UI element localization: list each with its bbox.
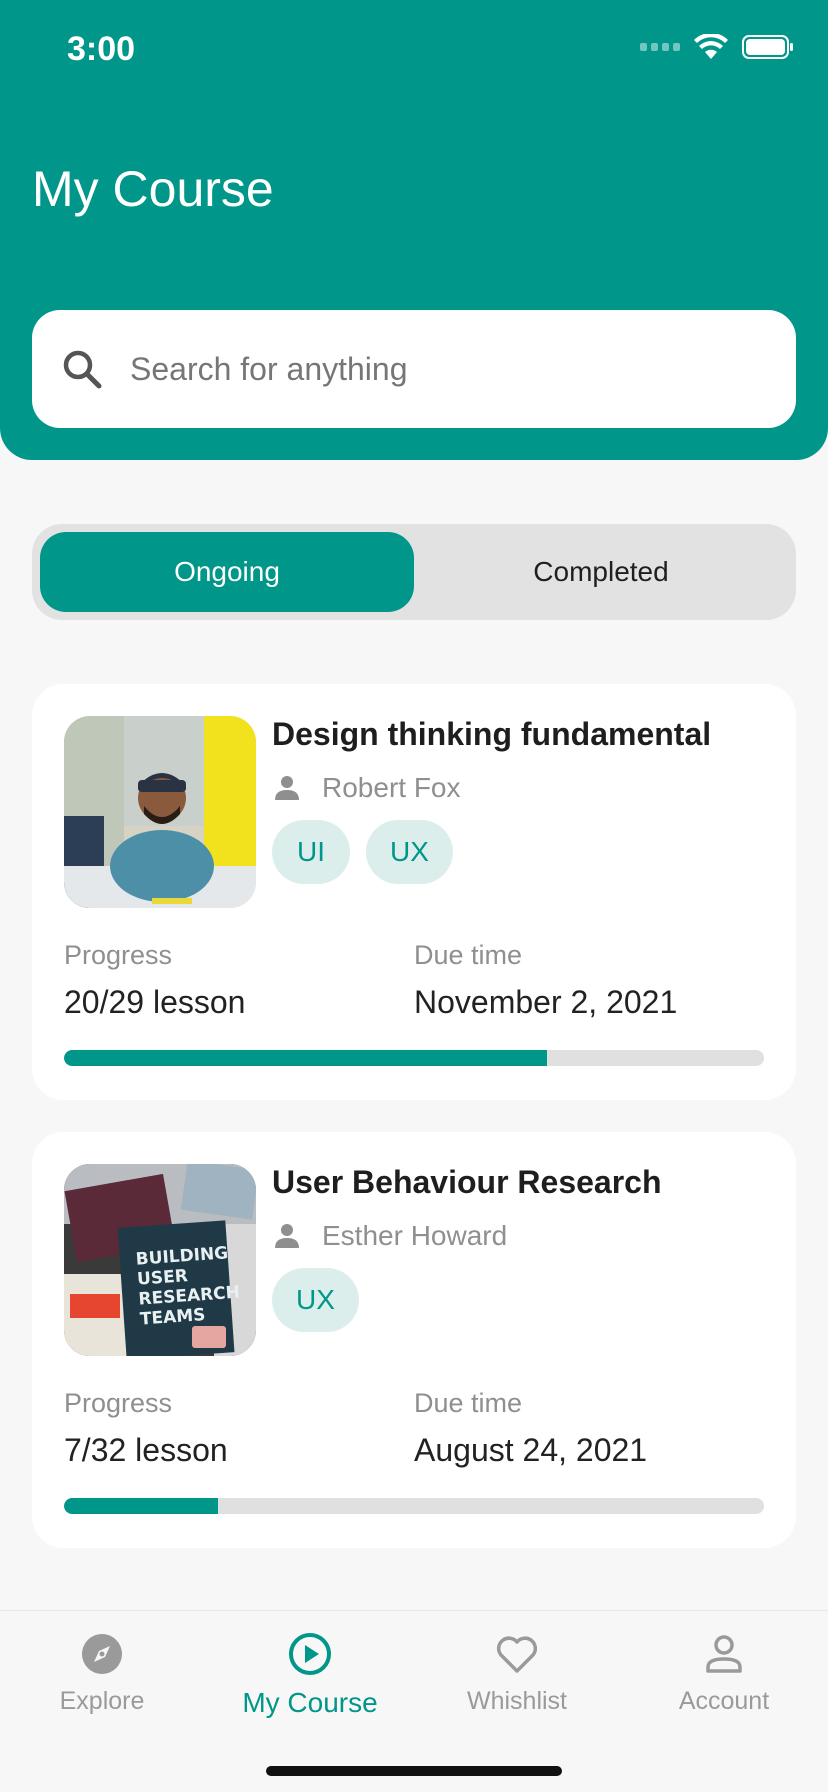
progress-label: Progress <box>64 940 173 970</box>
course-status-tabs: Ongoing Completed <box>32 524 796 620</box>
home-indicator <box>266 1766 562 1776</box>
play-circle-icon <box>289 1633 331 1675</box>
bottom-nav: Explore My Course Whishlist Account <box>0 1610 828 1792</box>
due-value: August 24, 2021 <box>414 1432 648 1468</box>
wifi-icon <box>694 34 728 59</box>
progress-bar <box>64 1050 764 1066</box>
course-thumbnail: BUILDING USER RESEARCH TEAMS <box>64 1164 256 1356</box>
nav-explore[interactable]: Explore <box>22 1631 182 1741</box>
search-icon <box>63 350 102 389</box>
tag-chip[interactable]: UX <box>272 1268 359 1332</box>
battery-icon <box>742 35 793 59</box>
cellular-signal-icon <box>640 43 680 51</box>
nav-label: Account <box>678 1687 770 1715</box>
status-time: 3:00 <box>67 30 136 68</box>
nav-account[interactable]: Account <box>644 1631 804 1741</box>
progress-label: Progress <box>64 1388 173 1418</box>
person-icon <box>275 776 299 800</box>
tab-ongoing[interactable]: Ongoing <box>40 532 414 612</box>
due-label: Due time <box>414 1388 523 1418</box>
search-bar[interactable] <box>32 310 796 428</box>
course-thumbnail <box>64 716 256 908</box>
progress-value: 20/29 lesson <box>64 984 246 1020</box>
nav-label: My Course <box>242 1687 378 1718</box>
person-icon <box>275 1224 299 1248</box>
nav-label: Whishlist <box>466 1687 567 1715</box>
course-tags: UI UX <box>272 820 453 884</box>
tab-completed[interactable]: Completed <box>414 532 788 612</box>
course-author: Esther Howard <box>272 1220 507 1252</box>
search-input[interactable] <box>130 350 730 388</box>
course-author: Robert Fox <box>272 772 461 804</box>
heart-icon <box>496 1636 538 1673</box>
nav-label: Explore <box>59 1687 145 1715</box>
progress-value: 7/32 lesson <box>64 1432 228 1468</box>
page-title: My Course <box>32 161 274 217</box>
course-tags: UX <box>272 1268 359 1332</box>
user-icon <box>706 1635 742 1673</box>
progress-bar-fill <box>64 1050 547 1066</box>
progress-bar-fill <box>64 1498 218 1514</box>
progress-bar <box>64 1498 764 1514</box>
author-name: Robert Fox <box>322 772 461 803</box>
status-icons <box>640 34 794 60</box>
author-name: Esther Howard <box>322 1220 508 1251</box>
header: 3:00 My Course <box>0 0 828 460</box>
due-value: November 2, 2021 <box>414 984 678 1020</box>
course-card[interactable]: Design thinking fundamental Robert Fox U… <box>32 684 796 1100</box>
nav-whishlist[interactable]: Whishlist <box>437 1631 597 1741</box>
tag-chip[interactable]: UX <box>366 820 453 884</box>
compass-icon <box>82 1634 122 1674</box>
course-title: User Behaviour Research <box>272 1164 662 1200</box>
course-card[interactable]: BUILDING USER RESEARCH TEAMS User Behavi… <box>32 1132 796 1548</box>
tag-chip[interactable]: UI <box>272 820 350 884</box>
nav-my-course[interactable]: My Course <box>230 1631 390 1741</box>
due-label: Due time <box>414 940 523 970</box>
course-title: Design thinking fundamental <box>272 716 712 752</box>
